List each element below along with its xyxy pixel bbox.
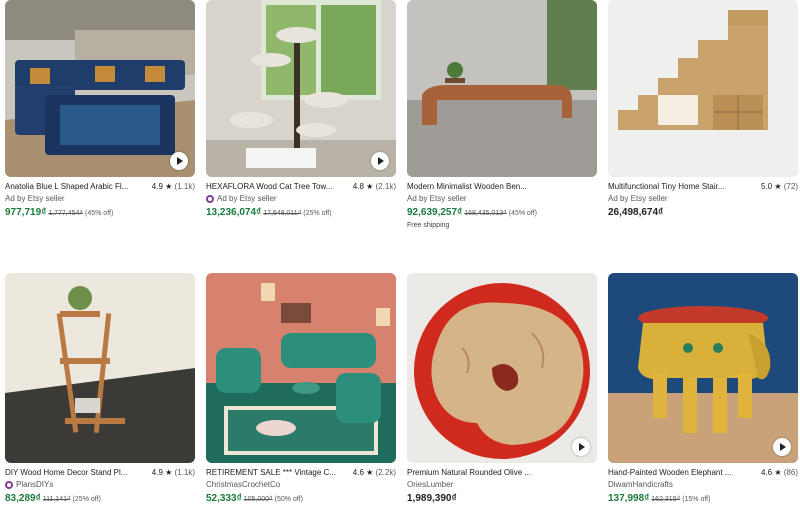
play-icon[interactable] bbox=[371, 152, 389, 170]
play-icon[interactable] bbox=[170, 152, 188, 170]
listing-image[interactable] bbox=[608, 273, 798, 463]
original-price: 1,777,454₫ bbox=[48, 210, 84, 217]
crochet-furniture-photo bbox=[206, 273, 396, 463]
listing-title[interactable]: Premium Natural Rounded Olive ... bbox=[407, 467, 531, 479]
sale-price: 83,289₫ bbox=[5, 493, 41, 504]
listing-title[interactable]: HEXAFLORA Wood Cat Tree Tow... bbox=[206, 181, 332, 193]
star-icon: ★ bbox=[165, 468, 173, 477]
star-seller-icon bbox=[5, 481, 13, 489]
price-row: 137,998₫ 162,315₫ (15% off) bbox=[608, 492, 798, 506]
listing-title[interactable]: DIY Wood Home Decor Stand Pl... bbox=[5, 467, 127, 479]
seller-label: PlansDIYs bbox=[5, 479, 195, 491]
listing-title[interactable]: Modern Minimalist Wooden Ben... bbox=[407, 181, 527, 193]
seller-label: ChristmasCrochetCo bbox=[206, 480, 281, 489]
discount-label: (45% off) bbox=[508, 210, 537, 217]
listing-image[interactable] bbox=[608, 0, 798, 177]
discount-label: (45% off) bbox=[85, 210, 114, 217]
listing-image[interactable] bbox=[5, 273, 195, 463]
listing-image[interactable] bbox=[5, 0, 195, 177]
price: 1,989,390₫ bbox=[407, 493, 457, 504]
play-icon[interactable] bbox=[572, 438, 590, 456]
star-icon: ★ bbox=[774, 182, 782, 191]
price-row: 26,498,674₫ bbox=[608, 206, 798, 219]
sale-price: 13,236,074₫ bbox=[206, 207, 262, 218]
listing-rating: 4.6 ★ (2.2k) bbox=[352, 468, 396, 477]
listing-image[interactable] bbox=[407, 273, 597, 463]
star-icon: ★ bbox=[774, 468, 782, 477]
listing-title[interactable]: Multifunctional Tiny Home Stair... bbox=[608, 181, 725, 193]
listing-card[interactable]: DIY Wood Home Decor Stand Pl... 4.9 ★ (1… bbox=[5, 273, 195, 506]
listing-card[interactable]: Multifunctional Tiny Home Stair... 5.0 ★… bbox=[608, 0, 798, 219]
elephant-stool-photo bbox=[608, 273, 798, 463]
star-icon: ★ bbox=[366, 468, 374, 477]
price-row: 83,289₫ 111,141₫ (25% off) bbox=[5, 492, 195, 506]
listing-title[interactable]: Anatolia Blue L Shaped Arabic Fl... bbox=[5, 181, 128, 193]
listing-rating: 5.0 ★ (72) bbox=[761, 182, 798, 191]
wooden-bench-photo bbox=[407, 0, 597, 177]
listing-title[interactable]: Hand-Painted Wooden Elephant ... bbox=[608, 467, 732, 479]
seller-label: Ad by Etsy seller bbox=[5, 194, 65, 203]
price-row: 1,989,390₫ bbox=[407, 492, 597, 505]
sale-price: 92,639,257₫ bbox=[407, 207, 463, 218]
seller-label: Ad by Etsy seller bbox=[206, 193, 396, 205]
original-price: 168,435,013₫ bbox=[464, 210, 507, 217]
wood-stand-photo bbox=[5, 273, 195, 463]
olive-wood-slab-photo bbox=[407, 273, 597, 463]
sale-price: 137,998₫ bbox=[608, 493, 650, 504]
stair-storage-photo bbox=[608, 0, 798, 177]
listing-image[interactable] bbox=[206, 273, 396, 463]
star-icon: ★ bbox=[165, 182, 173, 191]
cat-tree-photo bbox=[206, 0, 396, 177]
seller-label: Ad by Etsy seller bbox=[407, 194, 467, 203]
listing-title[interactable]: RETIREMENT SALE *** Vintage C... bbox=[206, 467, 336, 479]
price-row: 52,333₫ 105,000₫ (50% off) bbox=[206, 492, 396, 506]
star-icon: ★ bbox=[366, 182, 374, 191]
listing-rating: 4.6 ★ (86) bbox=[761, 468, 798, 477]
seller-label: OriesLumber bbox=[407, 480, 454, 489]
listing-card[interactable]: Premium Natural Rounded Olive ... OriesL… bbox=[407, 273, 597, 505]
sale-price: 52,333₫ bbox=[206, 493, 242, 504]
play-icon[interactable] bbox=[773, 438, 791, 456]
listing-card[interactable]: Modern Minimalist Wooden Ben... Ad by Et… bbox=[407, 0, 597, 232]
seller-label: DiwamHandicrafts bbox=[608, 480, 673, 489]
listing-rating: 4.9 ★ (1.1k) bbox=[151, 182, 195, 191]
original-price: 17,648,011₫ bbox=[263, 210, 302, 217]
listing-card[interactable]: Hand-Painted Wooden Elephant ... 4.6 ★ (… bbox=[608, 273, 798, 506]
discount-label: (25% off) bbox=[303, 210, 332, 217]
price-row: 977,719₫ 1,777,454₫ (45% off) bbox=[5, 206, 195, 220]
price: 26,498,674₫ bbox=[608, 207, 664, 218]
seller-label: Ad by Etsy seller bbox=[608, 194, 668, 203]
listing-card[interactable]: RETIREMENT SALE *** Vintage C... 4.6 ★ (… bbox=[206, 273, 396, 506]
anatolia-seating-photo bbox=[5, 0, 195, 177]
star-seller-icon bbox=[206, 195, 214, 203]
sale-price: 977,719₫ bbox=[5, 207, 47, 218]
listing-image[interactable] bbox=[206, 0, 396, 177]
listing-rating: 4.9 ★ (1.1k) bbox=[151, 468, 195, 477]
price-row: 13,236,074₫ 17,648,011₫ (25% off) bbox=[206, 206, 396, 220]
shipping-label: Free shipping bbox=[407, 222, 450, 229]
listing-card[interactable]: Anatolia Blue L Shaped Arabic Fl... 4.9 … bbox=[5, 0, 195, 220]
listing-card[interactable]: HEXAFLORA Wood Cat Tree Tow... 4.8 ★ (2.… bbox=[206, 0, 396, 220]
listing-rating: 4.8 ★ (2.1k) bbox=[352, 182, 396, 191]
listing-image[interactable] bbox=[407, 0, 597, 177]
price-row: 92,639,257₫ 168,435,013₫ (45% off) bbox=[407, 206, 597, 220]
